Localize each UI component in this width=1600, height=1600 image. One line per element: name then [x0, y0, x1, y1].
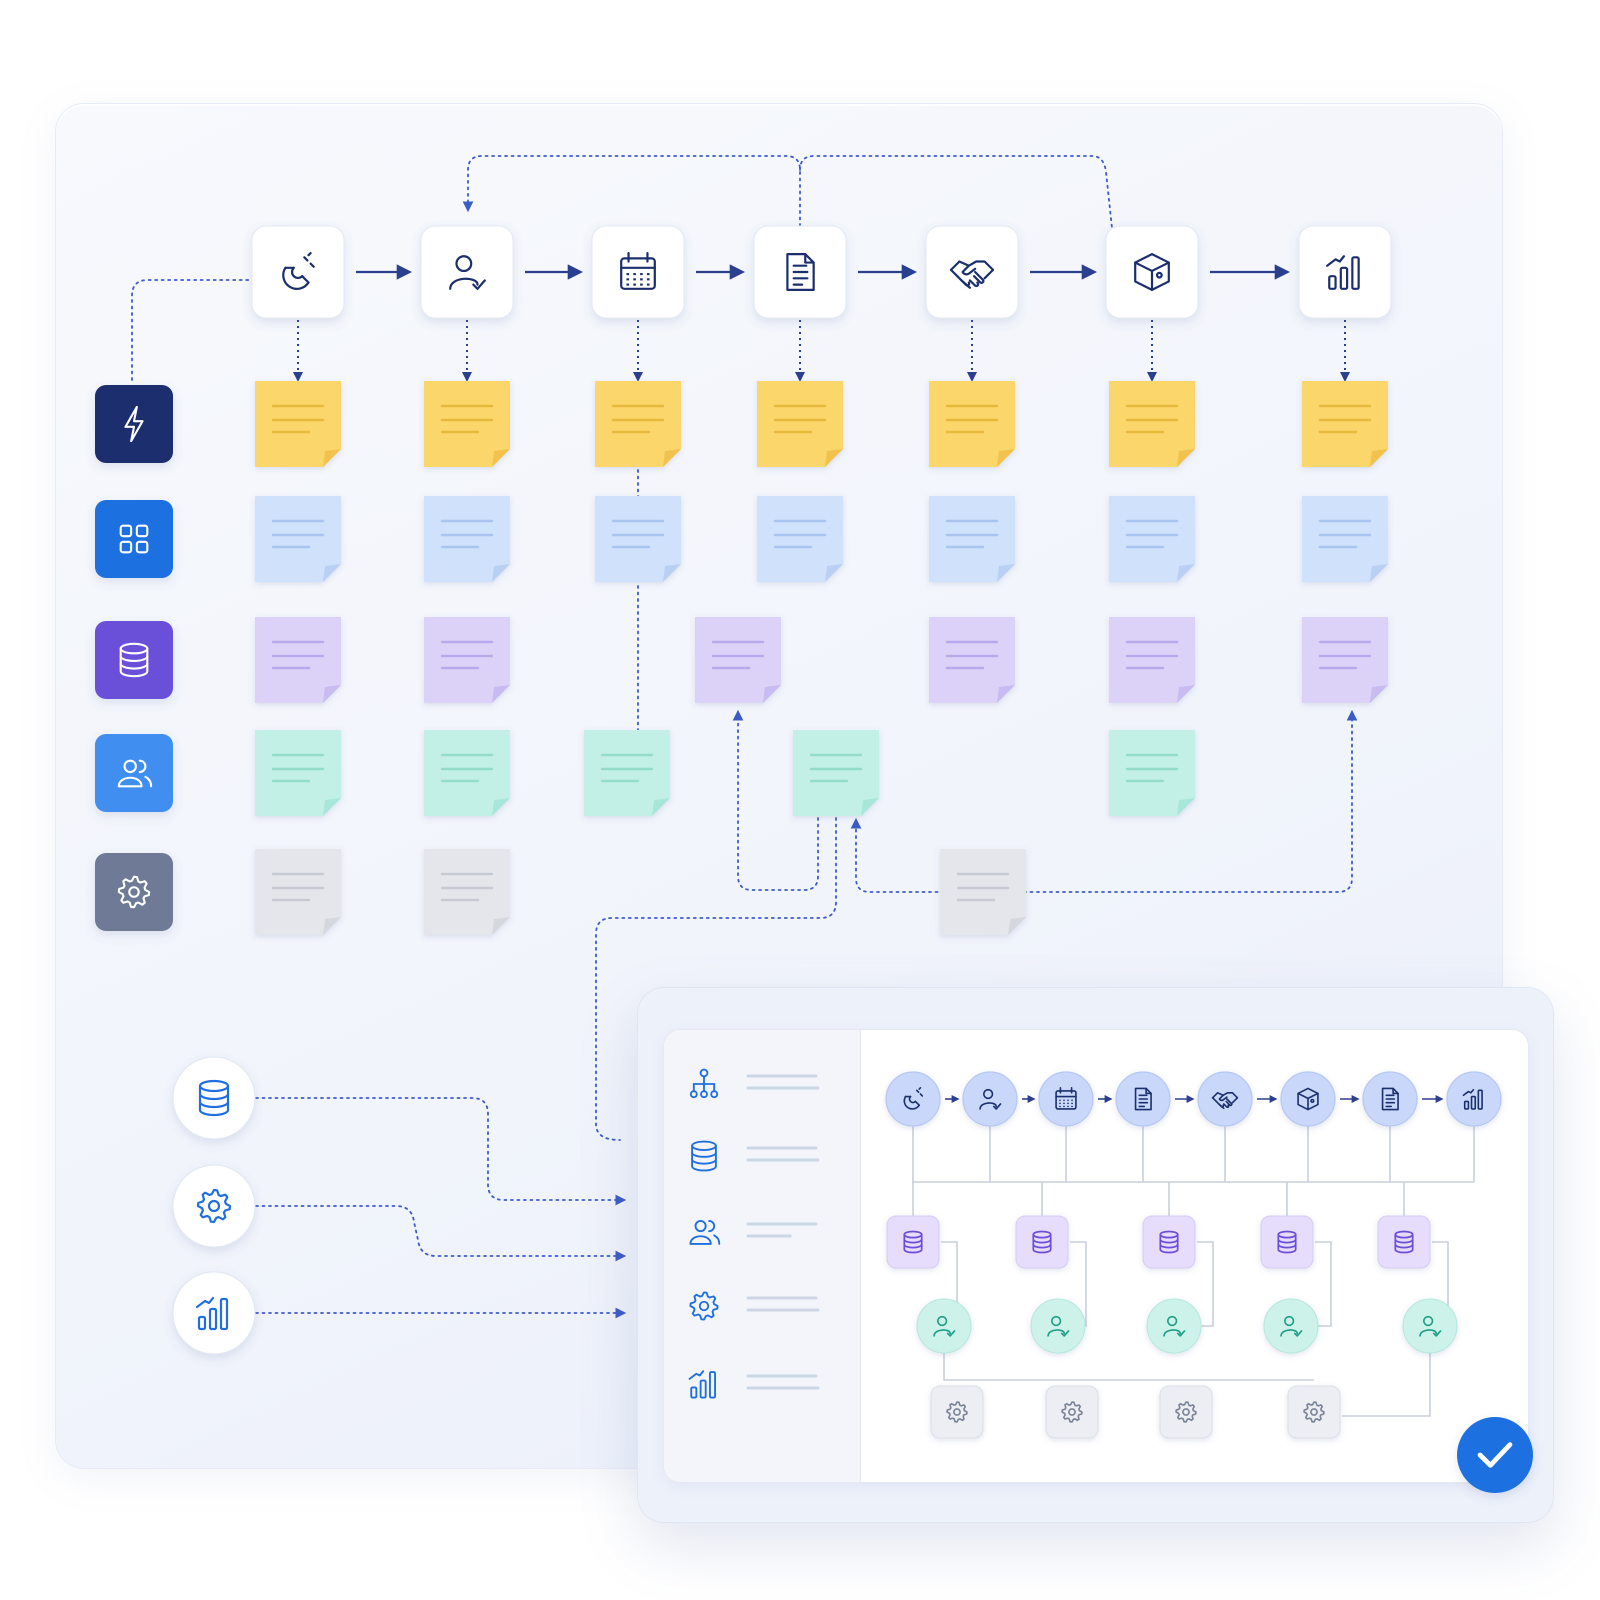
feedback-loop-top: [462, 155, 801, 227]
sticky-note[interactable]: [595, 496, 681, 582]
sticky-note[interactable]: [1302, 381, 1388, 467]
gear-nodes: [930, 1385, 1341, 1439]
status-check[interactable]: [1457, 1417, 1533, 1493]
stage-card[interactable]: [420, 225, 514, 319]
workflow-canvas: [0, 0, 1600, 1600]
feedback-loop-right: [799, 155, 1113, 229]
flow-node[interactable]: [1115, 1071, 1171, 1127]
db-node[interactable]: [1142, 1215, 1196, 1269]
db-nodes: [886, 1215, 1431, 1269]
users-icon: [689, 1220, 721, 1245]
bar-chart-icon: [688, 1370, 716, 1399]
sticky-note[interactable]: [1109, 381, 1195, 467]
stage-card[interactable]: [591, 225, 685, 319]
lane-tile[interactable]: [95, 621, 173, 699]
integration-gear-link: [255, 1205, 627, 1262]
stage-card[interactable]: [1105, 225, 1199, 319]
integration-node[interactable]: [172, 1056, 256, 1140]
sticky-note[interactable]: [1109, 617, 1195, 703]
flow-node[interactable]: [885, 1071, 941, 1127]
flow-node[interactable]: [1280, 1071, 1336, 1127]
user-node[interactable]: [1030, 1298, 1086, 1354]
user-nodes: [916, 1298, 1458, 1354]
gear-node[interactable]: [1159, 1385, 1213, 1439]
flow-nodes: [885, 1071, 1502, 1127]
stage-card[interactable]: [925, 225, 1019, 319]
workflow-diagram: [95, 155, 1533, 1493]
sticky-note[interactable]: [255, 617, 341, 703]
sticky-note[interactable]: [1109, 496, 1195, 582]
panel-sidebar-item[interactable]: [689, 1220, 818, 1245]
user-node[interactable]: [1402, 1298, 1458, 1354]
sticky-note[interactable]: [255, 730, 341, 816]
panel-sidebar-item[interactable]: [691, 1140, 820, 1172]
sticky-note[interactable]: [255, 849, 341, 935]
sticky-note[interactable]: [584, 730, 670, 816]
integration-db-link: [255, 1097, 627, 1206]
flow-node[interactable]: [962, 1071, 1018, 1127]
user-node[interactable]: [916, 1298, 972, 1354]
lane-icons: [95, 385, 173, 931]
flow-node[interactable]: [1197, 1071, 1253, 1127]
stage-card[interactable]: [1298, 225, 1392, 319]
integrations: [172, 1056, 256, 1355]
sticky-note[interactable]: [940, 849, 1026, 935]
lane-tile[interactable]: [95, 853, 173, 931]
sticky-note[interactable]: [424, 617, 510, 703]
sticky-note[interactable]: [929, 496, 1015, 582]
sticky-note[interactable]: [1302, 617, 1388, 703]
sticky-note[interactable]: [424, 730, 510, 816]
db-node[interactable]: [1260, 1215, 1314, 1269]
flow-node[interactable]: [1038, 1071, 1094, 1127]
flow-tree-lines: [912, 1125, 1475, 1417]
sticky-notes: [255, 381, 1388, 935]
gear-node[interactable]: [1287, 1385, 1341, 1439]
panel-sidebar-item[interactable]: [689, 1291, 820, 1321]
sticky-note[interactable]: [424, 381, 510, 467]
gear-node[interactable]: [930, 1385, 984, 1439]
sticky-note[interactable]: [595, 381, 681, 467]
trigger-link: [131, 279, 251, 381]
sticky-note[interactable]: [1109, 730, 1195, 816]
db-node[interactable]: [886, 1215, 940, 1269]
gear-node[interactable]: [1045, 1385, 1099, 1439]
stage-card[interactable]: [753, 225, 847, 319]
sticky-note[interactable]: [424, 849, 510, 935]
sticky-note[interactable]: [793, 730, 879, 816]
flow-node[interactable]: [1446, 1071, 1502, 1127]
sticky-note[interactable]: [695, 617, 781, 703]
integration-node[interactable]: [172, 1271, 256, 1355]
sticky-note[interactable]: [757, 496, 843, 582]
flow-node[interactable]: [1362, 1071, 1418, 1127]
panel-sidebar-item[interactable]: [688, 1370, 820, 1399]
sticky-note[interactable]: [757, 381, 843, 467]
database-icon: [691, 1140, 717, 1172]
hierarchy-icon: [689, 1068, 719, 1099]
sticky-note[interactable]: [929, 617, 1015, 703]
panel-sidebar-item[interactable]: [689, 1068, 820, 1099]
db-node[interactable]: [1377, 1215, 1431, 1269]
sticky-note[interactable]: [255, 496, 341, 582]
sticky-note[interactable]: [929, 381, 1015, 467]
sticky-note[interactable]: [255, 381, 341, 467]
user-node[interactable]: [1263, 1298, 1319, 1354]
gear-icon: [689, 1291, 719, 1321]
lane-tile[interactable]: [95, 734, 173, 812]
gray-to-teal: [850, 817, 945, 893]
db-node[interactable]: [1015, 1215, 1069, 1269]
lane-tile[interactable]: [95, 500, 173, 578]
stage-card[interactable]: [251, 225, 345, 319]
panel-content: [688, 1068, 1502, 1439]
lane-tile[interactable]: [95, 385, 173, 463]
integration-node[interactable]: [172, 1164, 256, 1248]
user-node[interactable]: [1146, 1298, 1202, 1354]
sticky-note[interactable]: [1302, 496, 1388, 582]
sticky-note[interactable]: [424, 496, 510, 582]
